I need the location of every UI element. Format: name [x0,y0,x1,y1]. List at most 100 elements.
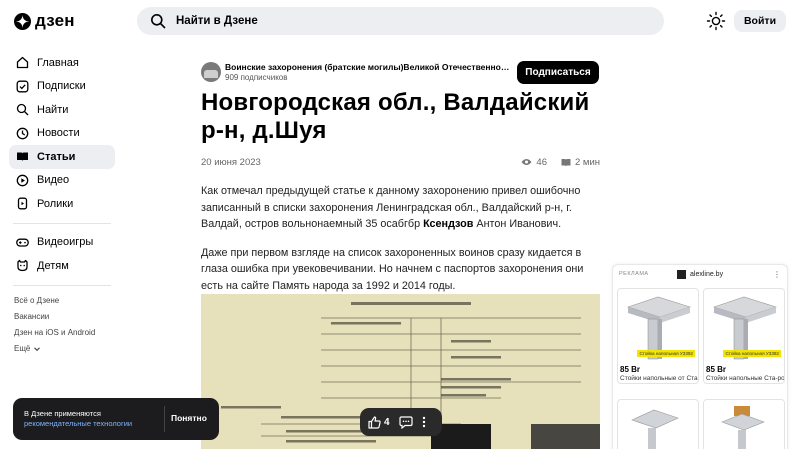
product-price: 85 Br [620,365,641,374]
search-icon [151,14,166,29]
views-count: 46 [536,156,547,168]
product-description: Стойки напольные Ста-рооскольский завод [706,375,784,382]
like-button[interactable]: 4 [368,415,390,429]
sidebar-item-label: Статьи [37,150,76,163]
product-image: Стойка напольная У3392 [704,289,784,363]
brand-logo-icon [677,270,686,279]
product-image: Стойка напольная У3392 [618,289,698,363]
search-bar[interactable]: Найти в Дзене [137,7,664,35]
paragraph-text: Антон Иванович. [473,218,562,230]
dzen-logo[interactable]: дзен [14,11,75,31]
product-tag: Стойка напольная У3392 [723,349,781,357]
logo-text: дзен [35,11,75,30]
footer-link-jobs[interactable]: Вакансии [14,309,115,325]
article-paragraph: Как отмечал предыдущей статье к данному … [201,183,600,233]
subscribe-button[interactable]: Подписаться [517,61,599,84]
sidebar-item-label: Найти [37,103,69,116]
theme-toggle-sun-icon[interactable] [706,11,726,31]
sidebar-item-video[interactable]: Видео [9,169,115,193]
read-time: 2 мин [574,156,600,168]
sidebar-item-label: Видеоигры [37,236,94,249]
ad-product-card[interactable]: Стойка напольная У3392 85 Br Стойки напо… [703,288,785,384]
search-placeholder: Найти в Дзене [176,15,258,27]
sidebar-item-label: Ролики [37,197,74,210]
article-meta: 20 июня 2023 46 2 мин [201,155,600,169]
reactions-bar: 4 [360,408,442,436]
more-vertical-icon[interactable] [422,416,426,428]
eye-icon [521,159,532,165]
footer-link-about[interactable]: Всё о Дзене [14,293,115,309]
sidebar-item-subscriptions[interactable]: Подписки [9,75,115,99]
understood-button[interactable]: Понятно [171,413,207,423]
footer-link-label: Ещё [14,344,31,353]
article-title: Новгородская обл., Валдайский р-н, д.Шуя [201,89,590,144]
read-time-icon [561,158,571,166]
product-tag: Стойка напольная У3392 [637,349,695,357]
recommendation-notice-banner: В Дзене применяются рекомендательные тех… [13,398,219,440]
gamepad-icon [16,238,29,247]
channel-name[interactable]: Воинские захоронения (братские могилы)Ве… [225,62,510,72]
ad-label: РЕКЛАМА [619,271,649,277]
top-header: дзен Найти в Дзене Войти [0,0,800,42]
sidebar-item-kids[interactable]: Детям [9,254,115,278]
sidebar-item-label: Детям [37,259,69,272]
product-description: Стойки напольные от Старооскольского за [620,375,698,382]
channel-header: Воинские захоронения (братские могилы)Ве… [201,59,600,85]
article-date: 20 июня 2023 [201,156,261,168]
home-icon [16,57,29,69]
comment-icon[interactable] [398,415,413,429]
shorts-icon [17,197,28,210]
sidebar-item-shorts[interactable]: Ролики [9,192,115,216]
article: Воинские захоронения (братские могилы)Ве… [201,59,600,294]
sidebar-divider [13,284,111,286]
ad-product-card[interactable] [703,399,785,449]
search-icon [16,104,29,116]
sidebar-item-search[interactable]: Найти [9,98,115,122]
sidebar-item-label: Видео [37,174,70,187]
ad-brand-name: alexline.by [690,271,724,278]
sidebar: Главная Подписки Найти Новости Статьи Ви… [9,51,115,357]
footer-link-label: Всё о Дзене [14,296,60,305]
recommendation-tech-link[interactable]: рекомендательные технологии [24,419,132,429]
notice-text: В Дзене применяются рекомендательные тех… [24,409,132,429]
login-button[interactable]: Войти [734,10,786,32]
thumbs-up-icon [368,415,381,429]
article-stats: 46 2 мин [521,157,600,168]
likes-count: 4 [384,416,390,428]
notice-line: В Дзене применяются [24,409,101,418]
sidebar-item-home[interactable]: Главная [9,51,115,75]
dzen-logo-icon [14,12,31,30]
footer-link-more[interactable]: Ещё [14,341,115,357]
paragraph-bold-name: Ксендзов [423,218,474,230]
article-paragraph: Даже при первом взгляде на список захоро… [201,246,584,292]
ad-block: РЕКЛАМА alexline.by ⋮ Стойка напольная У… [612,264,788,449]
footer-link-apps[interactable]: Дзен на iOS и Android [14,325,115,341]
sidebar-item-videogames[interactable]: Видеоигры [9,231,115,255]
channel-info: Воинские захоронения (братские могилы)Ве… [225,62,510,82]
channel-avatar[interactable] [201,62,221,82]
footer-link-label: Дзен на iOS и Android [14,328,96,337]
ad-product-card[interactable] [617,399,699,449]
ad-brand[interactable]: alexline.by [677,270,723,279]
notice-divider [164,406,165,432]
product-price: 85 Br [706,365,727,374]
video-icon [16,174,29,187]
footer-link-label: Вакансии [14,312,50,321]
news-icon [16,127,29,140]
sidebar-item-label: Главная [37,56,79,69]
articles-icon [17,152,28,162]
sidebar-item-news[interactable]: Новости [9,122,115,146]
sidebar-item-articles[interactable]: Статьи [9,145,115,169]
sidebar-footer: Всё о Дзене Вакансии Дзен на iOS и Andro… [9,293,115,357]
sidebar-divider [13,222,111,224]
rack-stand-image [631,409,679,449]
sidebar-item-label: Подписки [37,80,86,93]
rack-stand-image [721,406,765,449]
subscriptions-icon [16,80,29,93]
chevron-down-icon [34,346,41,351]
kids-icon [17,260,28,272]
channel-subscribers: 909 подписчиков [225,73,288,82]
ad-product-card[interactable]: Стойка напольная У3392 85 Br Стойки напо… [617,288,699,384]
sidebar-item-label: Новости [37,127,80,140]
ad-menu-icon[interactable]: ⋮ [773,270,781,279]
